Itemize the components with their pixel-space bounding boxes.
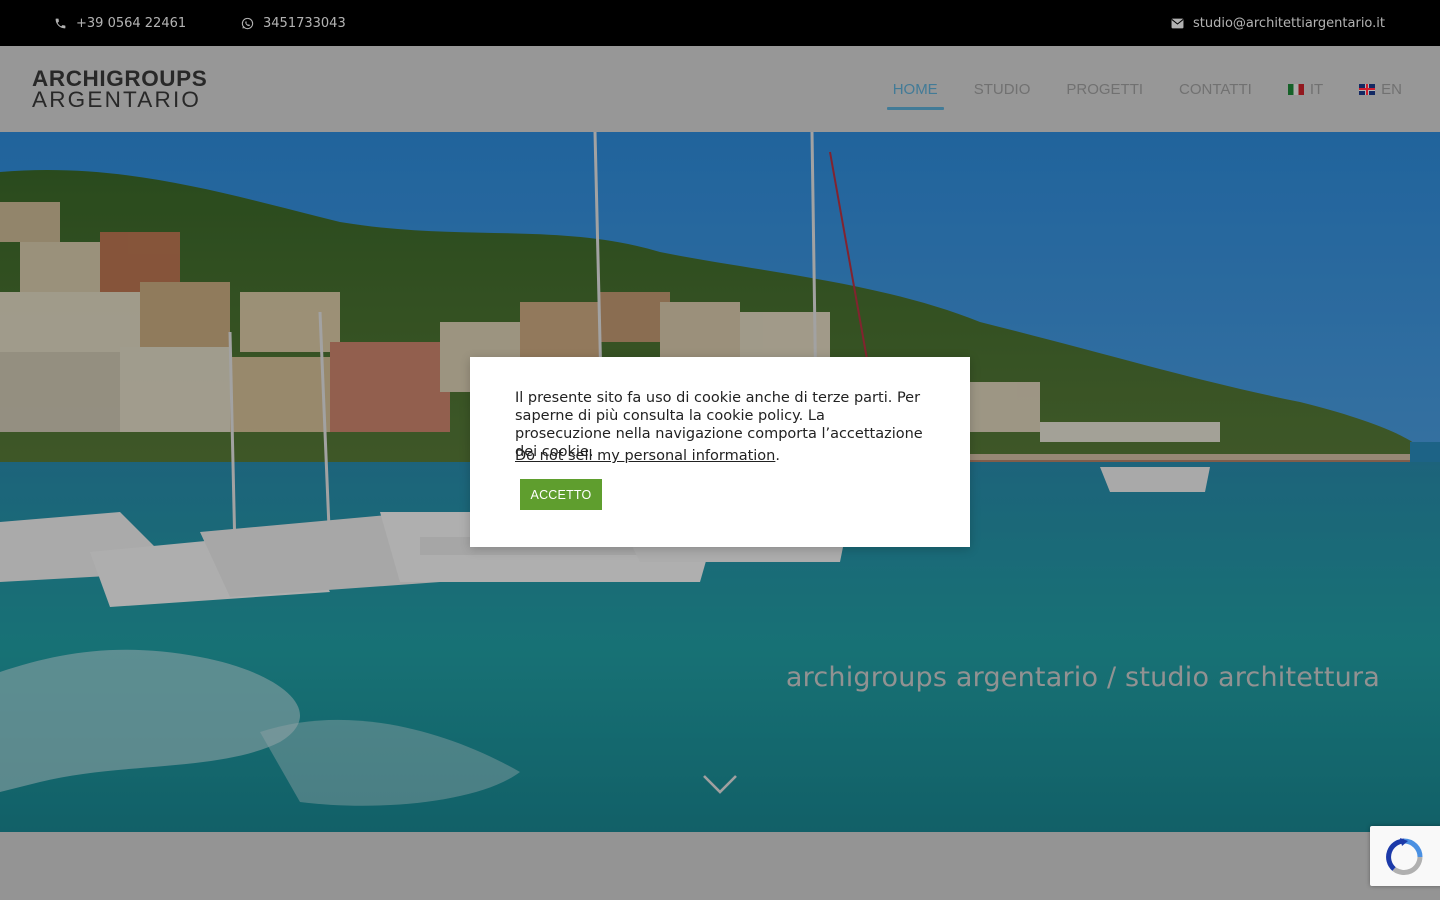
email-contact[interactable]: studio@architettiargentario.it <box>1171 0 1385 46</box>
do-not-sell-line: Do not sell my personal information. <box>515 448 780 464</box>
do-not-sell-suffix: . <box>775 448 780 464</box>
main-nav: HOME STUDIO PROGETTI CONTATTI IT EN <box>857 46 1402 132</box>
do-not-sell-link[interactable]: Do not sell my personal information <box>515 448 775 464</box>
phone-icon <box>54 17 67 30</box>
nav-contatti[interactable]: CONTATTI <box>1179 46 1252 132</box>
site-header: ARCHIGROUPS ARGENTARIO HOME STUDIO PROGE… <box>0 46 1440 132</box>
whatsapp-icon <box>241 17 254 30</box>
nav-home-label: HOME <box>892 80 938 98</box>
italy-flag-icon <box>1287 83 1304 95</box>
nav-lang-en-label: EN <box>1381 80 1402 98</box>
hero-tagline: archigroups argentario / studio architet… <box>785 662 1380 693</box>
content-section <box>0 832 1440 900</box>
logo-line-2: ARGENTARIO <box>32 87 202 112</box>
nav-lang-it[interactable]: IT <box>1287 46 1324 132</box>
recaptcha-badge[interactable] <box>1370 826 1440 886</box>
recaptcha-icon <box>1386 838 1423 875</box>
top-contact-bar: +39 0564 22461 3451733043 studio@archite… <box>0 0 1440 46</box>
nav-home[interactable]: HOME <box>886 46 944 132</box>
chevron-down-icon[interactable] <box>702 774 738 800</box>
site-logo[interactable]: ARCHIGROUPS ARGENTARIO <box>32 66 262 112</box>
email-address: studio@architettiargentario.it <box>1192 15 1385 31</box>
whatsapp-contact[interactable]: 3451733043 <box>241 0 346 46</box>
envelope-icon <box>1171 18 1184 29</box>
phone-contact[interactable]: +39 0564 22461 <box>54 0 186 46</box>
nav-studio[interactable]: STUDIO <box>974 46 1031 132</box>
whatsapp-number: 3451733043 <box>263 15 346 31</box>
cookie-consent-modal: Il presente sito fa uso di cookie anche … <box>470 357 970 547</box>
accept-cookies-button[interactable]: ACCETTO <box>520 479 602 510</box>
nav-contatti-label: CONTATTI <box>1179 80 1252 98</box>
nav-lang-it-label: IT <box>1309 80 1324 98</box>
phone-number: +39 0564 22461 <box>76 15 187 31</box>
uk-flag-icon <box>1359 83 1376 95</box>
nav-progetti-label: PROGETTI <box>1066 80 1144 98</box>
nav-progetti[interactable]: PROGETTI <box>1066 46 1143 132</box>
logo-line-1: ARCHIGROUPS <box>32 66 208 91</box>
nav-lang-en[interactable]: EN <box>1359 46 1402 132</box>
nav-studio-label: STUDIO <box>973 80 1031 98</box>
